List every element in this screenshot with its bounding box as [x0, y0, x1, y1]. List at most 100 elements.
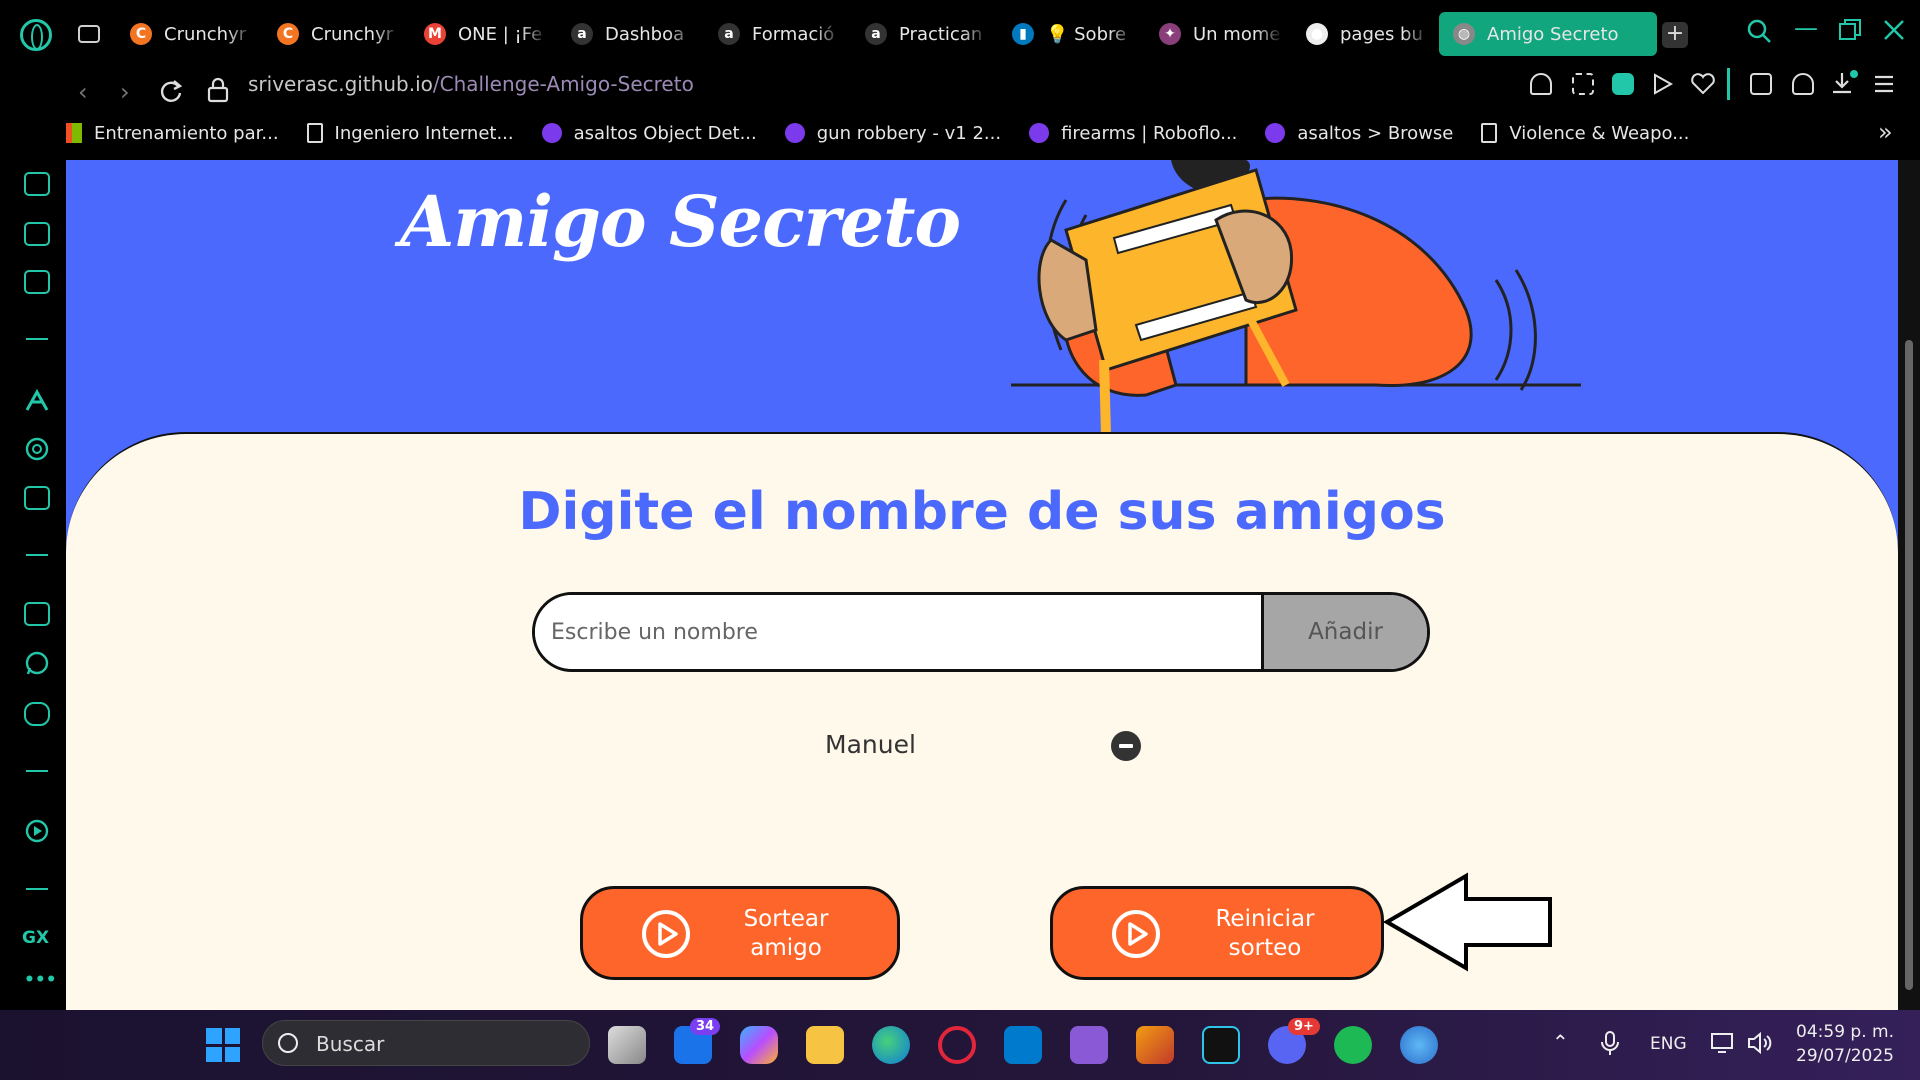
sidebar-separator — [26, 770, 48, 772]
draw-label-line1: Sortear — [743, 906, 829, 932]
bookmark-item[interactable]: asaltos > Browse — [1265, 123, 1453, 144]
new-tab-button[interactable]: + — [1662, 22, 1688, 48]
sidebar-whatsapp-icon[interactable] — [23, 650, 51, 678]
tab-favicon-icon: a — [571, 23, 593, 45]
taskbar-opera-gx-icon[interactable] — [938, 1026, 976, 1064]
sidebar-m-icon[interactable] — [24, 270, 50, 294]
taskbar-vscode-icon[interactable] — [1004, 1026, 1042, 1064]
tab-title: Dashboa — [605, 23, 685, 45]
sidebar-chatgpt-icon[interactable] — [24, 436, 50, 462]
restore-icon[interactable] — [1838, 18, 1862, 42]
taskbar-paint-icon[interactable] — [1400, 1026, 1438, 1064]
url-domain: sriverasc.github.io — [248, 72, 433, 96]
task-view-icon[interactable] — [608, 1026, 646, 1064]
sidebar-twitch-icon[interactable] — [24, 602, 50, 626]
url-path: /Challenge-Amigo-Secreto — [432, 72, 694, 96]
search-tabs-icon[interactable] — [1746, 18, 1772, 44]
pin-icon[interactable] — [1530, 73, 1552, 95]
forward-icon[interactable]: › — [120, 78, 130, 106]
name-input[interactable] — [535, 595, 1261, 669]
add-button[interactable]: Añadir — [1261, 595, 1427, 669]
reset-draw-button[interactable]: Reiniciar sorteo — [1050, 886, 1384, 980]
tray-overflow-icon[interactable]: ⌃ — [1552, 1030, 1569, 1054]
page-title: Amigo Secreto — [400, 180, 961, 263]
sidebar-discord-icon[interactable] — [24, 702, 50, 726]
volume-icon[interactable] — [1746, 1030, 1774, 1056]
taskbar-visual-studio-icon[interactable] — [1070, 1026, 1108, 1064]
tab-strip: C Crunchyr C Crunchyr M ONE | ¡Fe a Dashboa a For… — [0, 0, 1920, 68]
extensions-icon[interactable] — [1750, 73, 1772, 95]
downloads-icon[interactable] — [1830, 70, 1858, 98]
bookmark-item[interactable]: firearms | Roboflo... — [1029, 123, 1237, 144]
taskbar-spotify-icon[interactable] — [1334, 1026, 1372, 1064]
heart-icon[interactable] — [1690, 72, 1716, 96]
sidebar-aria-icon[interactable] — [24, 388, 50, 414]
bookmarks-bar: Entrenamiento par... Ingeniero Internet..… — [62, 114, 1717, 152]
mail-badge: 34 — [690, 1018, 721, 1035]
snapshot-icon[interactable] — [1572, 73, 1594, 95]
bookmark-item[interactable]: Violence & Weapo... — [1481, 123, 1689, 144]
tab-title: ONE | ¡Fe — [458, 23, 543, 45]
tab[interactable]: a Dashboa — [557, 12, 704, 56]
sidebar-separator — [26, 338, 48, 340]
tab-favicon-icon: ▮ — [1012, 23, 1034, 45]
sidebar-gx-label[interactable]: GX — [22, 928, 49, 948]
tab-active[interactable]: ◍ Amigo Secreto — [1439, 12, 1657, 56]
adblock-shield-icon[interactable] — [1612, 73, 1634, 95]
url-field[interactable]: sriverasc.github.io/Challenge-Amigo-Secr… — [248, 72, 694, 96]
bookmarks-overflow-icon[interactable]: » — [1878, 118, 1893, 146]
bookmark-item[interactable]: gun robbery - v1 2... — [784, 123, 1001, 144]
taskbar-app-icon[interactable] — [1202, 1026, 1240, 1064]
tab[interactable]: C Crunchyr — [116, 12, 263, 56]
tab[interactable]: ▮ 💡 Sobre — [998, 12, 1145, 56]
profile-icon[interactable] — [1792, 73, 1814, 95]
sidebar-gaming-icon[interactable] — [24, 172, 50, 196]
scrollbar-thumb[interactable] — [1905, 340, 1913, 990]
sidebar-chat-icon[interactable] — [24, 486, 50, 510]
bookmark-item[interactable]: asaltos Object Det... — [541, 122, 757, 144]
name-input-group: Añadir — [532, 592, 1430, 672]
taskbar-matlab-icon[interactable] — [1136, 1026, 1174, 1064]
minimize-icon[interactable]: — — [1794, 14, 1818, 42]
tab[interactable]: a Formació — [704, 12, 851, 56]
close-window-icon[interactable] — [1882, 18, 1906, 42]
sidebar-separator — [26, 888, 48, 890]
taskbar-file-explorer-icon[interactable] — [806, 1026, 844, 1064]
network-icon[interactable] — [1710, 1030, 1738, 1056]
tab-favicon-icon: ✦ — [1159, 23, 1181, 45]
tab[interactable]: a Practican — [851, 12, 998, 56]
tab-favicon-icon: ◍ — [1453, 23, 1475, 45]
bookmark-item[interactable]: Entrenamiento par... — [62, 123, 279, 144]
sidebar-gx-corner-icon[interactable] — [24, 222, 50, 246]
easy-setup-menu-icon[interactable] — [1872, 72, 1896, 96]
draw-friend-button[interactable]: Sortear amigo — [580, 886, 900, 980]
windows-start-icon[interactable] — [206, 1028, 240, 1062]
taskbar-edge-icon[interactable] — [872, 1026, 910, 1064]
annotation-arrow-icon — [1384, 872, 1552, 972]
microphone-icon[interactable] — [1600, 1030, 1620, 1056]
tab-workspace-icon[interactable] — [78, 25, 100, 43]
tab-favicon-icon: a — [718, 23, 740, 45]
sidebar-more-icon[interactable]: ••• — [24, 970, 57, 990]
player-icon[interactable] — [1650, 72, 1674, 96]
taskbar-clock[interactable]: 04:59 p. m. 29/07/2025 — [1796, 1020, 1894, 1068]
tab[interactable]: ● pages bu — [1292, 12, 1439, 56]
tab[interactable]: ✦ Un mome — [1145, 12, 1292, 56]
taskbar-copilot-icon[interactable] — [740, 1026, 778, 1064]
draw-friend-label: Sortear amigo — [703, 905, 869, 963]
lock-icon[interactable] — [206, 76, 230, 104]
tab-title: pages bu — [1340, 23, 1423, 45]
remove-friend-icon[interactable] — [1111, 731, 1141, 761]
tab-title: Amigo Secreto — [1487, 23, 1619, 45]
sidebar-player-icon[interactable] — [24, 818, 50, 844]
bookmark-item[interactable]: Ingeniero Internet... — [306, 123, 514, 144]
opera-gx-logo-icon[interactable] — [20, 19, 52, 51]
bookmark-label: asaltos Object Det... — [573, 122, 757, 144]
back-icon[interactable]: ‹ — [78, 78, 88, 106]
page-scrollbar[interactable] — [1898, 160, 1920, 1010]
tab[interactable]: C Crunchyr — [263, 12, 410, 56]
reload-icon[interactable] — [158, 78, 184, 104]
taskbar-search-box[interactable] — [262, 1020, 590, 1066]
language-indicator[interactable]: ENG — [1650, 1034, 1687, 1054]
tab[interactable]: M ONE | ¡Fe — [410, 12, 557, 56]
